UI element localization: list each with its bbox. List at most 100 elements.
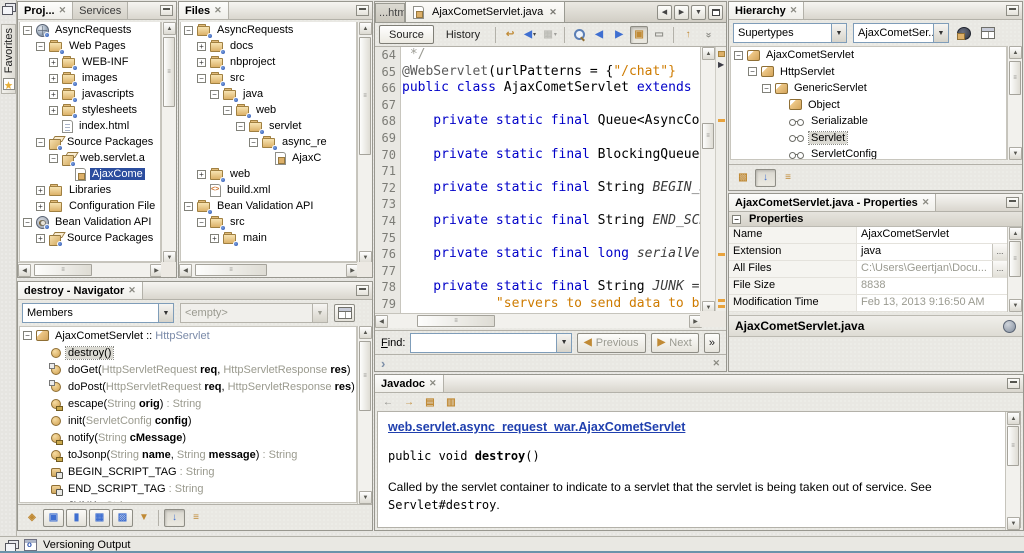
select-in-projects-icon[interactable]: ▭ xyxy=(650,26,668,44)
scroll-up-icon[interactable]: ▲ xyxy=(1009,46,1022,59)
horizontal-scrollbar[interactable]: ◀▶≡ xyxy=(18,262,163,277)
scrollbar-thumb[interactable]: ≡ xyxy=(359,37,371,155)
versioning-output-icon[interactable] xyxy=(24,539,37,551)
scroll-down-icon[interactable]: ▼ xyxy=(359,491,372,504)
expand-toggle[interactable]: − xyxy=(23,331,32,340)
tab-javadoc[interactable]: Javadoc✕ xyxy=(375,375,444,392)
tree-row[interactable]: +stylesheets xyxy=(20,102,160,118)
tree-node-label[interactable]: javascripts xyxy=(80,88,136,100)
scroll-up-icon[interactable]: ▲ xyxy=(702,47,715,60)
scroll-up-icon[interactable]: ▲ xyxy=(359,22,372,35)
find-more-button[interactable]: » xyxy=(704,333,720,353)
versioning-output-label[interactable]: Versioning Output xyxy=(43,539,130,551)
tree-node-label[interactable]: JUNK : String xyxy=(66,500,137,504)
find-input[interactable]: ▼ xyxy=(410,333,572,353)
inspect-class-icon[interactable] xyxy=(955,24,973,42)
tree-node-label[interactable]: async_re xyxy=(280,136,329,148)
tree-row[interactable]: destroy() xyxy=(20,344,356,361)
tree-node-label[interactable]: WEB-INF xyxy=(80,56,130,68)
close-icon[interactable]: ✕ xyxy=(549,7,557,18)
expand-toggle[interactable]: − xyxy=(748,67,757,76)
hierarchy-tree[interactable]: −AjaxCometServlet−HttpServlet−GenericSer… xyxy=(730,46,1007,160)
expand-toggle[interactable]: − xyxy=(23,26,32,35)
tree-row[interactable]: −GenericServlet xyxy=(731,80,1006,97)
tree-node-label[interactable]: index.html xyxy=(77,120,131,132)
tree-node-label[interactable]: nbproject xyxy=(228,56,277,68)
tree-row[interactable]: −java xyxy=(181,86,356,102)
navigator-filter-combo[interactable]: <empty> ▼ xyxy=(180,303,328,323)
next-occurrence-icon[interactable]: ▶ xyxy=(610,26,628,44)
tree-row[interactable]: +web xyxy=(181,166,356,182)
scroll-up-icon[interactable]: ▲ xyxy=(163,22,176,35)
tree-row[interactable]: −web xyxy=(181,102,356,118)
tree-row[interactable]: − servlet xyxy=(181,118,356,134)
tree-row[interactable]: −Bean Validation API xyxy=(181,198,356,214)
tree-node-label[interactable]: doPost(HttpServletRequest req, HttpServl… xyxy=(66,381,357,393)
close-icon[interactable]: ✕ xyxy=(59,5,67,16)
tree-row[interactable]: notify(String cMessage) xyxy=(20,429,356,446)
expand-toggle[interactable]: − xyxy=(36,42,45,51)
tree-row[interactable]: +Configuration File xyxy=(20,198,160,214)
members-combo[interactable]: Members ▼ xyxy=(22,303,174,323)
expand-toggle[interactable]: + xyxy=(49,74,58,83)
tree-node-label[interactable]: servlet xyxy=(267,120,303,132)
tree-row[interactable]: − Web Pages xyxy=(20,38,160,54)
tree-row[interactable]: AjaxCome xyxy=(20,166,160,182)
tree-node-label[interactable]: AjaxC xyxy=(290,152,323,164)
web-browser-icon[interactable]: ▤ xyxy=(421,394,439,412)
tree-node-label[interactable]: Object xyxy=(806,99,842,111)
chevron-down-icon[interactable]: ▼ xyxy=(158,304,173,322)
show-non-public-icon[interactable]: ▦ xyxy=(89,509,110,527)
tab-ajaxcometservlet-java-properties[interactable]: AjaxCometServlet.java - Properties✕ xyxy=(729,194,936,211)
tree-row[interactable]: Servlet xyxy=(731,130,1006,147)
chevron-down-icon[interactable]: ▼ xyxy=(933,24,948,42)
tree-node-label[interactable]: GenericServlet xyxy=(792,82,869,94)
error-stripe[interactable]: ▶ xyxy=(715,47,726,314)
close-icon[interactable]: ✕ xyxy=(712,358,720,369)
tree-row[interactable]: −AsyncRequests xyxy=(181,22,356,38)
tree-row[interactable]: + Source Packages xyxy=(20,230,160,246)
expand-toggle[interactable]: − xyxy=(197,74,206,83)
expand-toggle[interactable]: − xyxy=(249,138,258,147)
source-button[interactable]: Source xyxy=(379,25,434,44)
expand-toggle[interactable]: + xyxy=(197,170,206,179)
vertical-scrollbar[interactable]: ▲▼≡ xyxy=(357,22,372,264)
property-row[interactable]: All FilesC:\Users\Geertjan\Docu...... xyxy=(729,261,1007,278)
diff-icon[interactable]: ▦▾ xyxy=(541,26,559,44)
scrollbar-thumb[interactable]: ≡ xyxy=(417,315,495,327)
tree-row[interactable]: END_SCRIPT_TAG : String xyxy=(20,480,356,497)
expand-toggle[interactable]: + xyxy=(36,234,45,243)
tree-row[interactable]: AjaxC xyxy=(181,150,356,166)
close-icon[interactable]: ✕ xyxy=(790,5,798,16)
tree-node-label[interactable]: AjaxCometServlet xyxy=(764,49,856,61)
minimize-panel-icon[interactable] xyxy=(1007,378,1020,389)
last-edit-icon[interactable]: ↩ xyxy=(501,26,519,44)
property-value[interactable]: AjaxCometServlet xyxy=(857,227,1007,243)
expand-toggle[interactable]: + xyxy=(49,90,58,99)
tree-node-label[interactable]: HttpServlet xyxy=(778,66,836,78)
close-icon[interactable]: ✕ xyxy=(429,378,437,389)
minimize-panel-icon[interactable] xyxy=(356,285,369,296)
tab-hierarchy[interactable]: Hierarchy✕ xyxy=(729,2,804,19)
tree-node-label[interactable]: web xyxy=(254,104,278,116)
tree-node-label[interactable]: AsyncRequests xyxy=(215,24,295,36)
tree-row[interactable]: build.xml xyxy=(181,182,356,198)
tree-node-label[interactable]: ServletConfig xyxy=(809,148,879,160)
tree-node-label[interactable]: build.xml xyxy=(225,184,272,196)
document-tab-ajaxcometservlet-java[interactable]: AjaxCometServlet.java✕ xyxy=(405,1,565,22)
expand-toggle[interactable]: − xyxy=(236,122,245,131)
tree-row[interactable]: −AsyncRequests xyxy=(20,22,160,38)
expand-toggle[interactable]: + xyxy=(197,58,206,67)
tree-node-label[interactable]: Bean Validation API xyxy=(215,200,315,212)
hierarchy-type-combo[interactable]: Supertypes ▼ xyxy=(733,23,847,43)
scrollbar-thumb[interactable]: ≡ xyxy=(1009,241,1021,277)
scrollbar-thumb[interactable]: ≡ xyxy=(195,264,267,276)
tree-row[interactable]: escape(String orig) : String xyxy=(20,395,356,412)
expand-toggle[interactable]: − xyxy=(734,51,743,60)
scrollbar-thumb[interactable]: ≡ xyxy=(163,37,175,107)
files-tree[interactable]: −AsyncRequests+docs+nbproject−src−java−w… xyxy=(180,22,357,262)
tree-node-label[interactable]: Source Packages xyxy=(65,232,155,244)
tree-row[interactable]: Object xyxy=(731,97,1006,114)
vertical-scrollbar[interactable]: ▲▼≡ xyxy=(1007,46,1022,160)
tree-node-label[interactable]: Web Pages xyxy=(67,40,128,52)
